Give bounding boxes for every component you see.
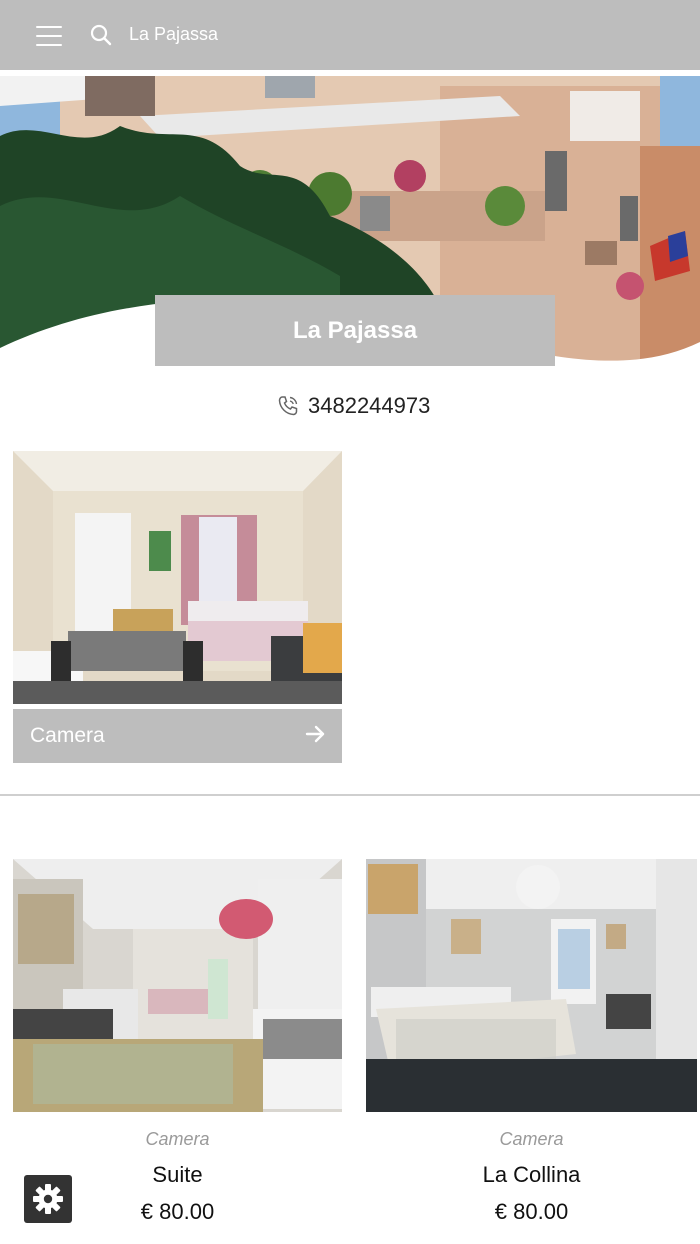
phone-icon	[278, 396, 298, 416]
hamburger-menu-icon[interactable]	[36, 26, 62, 46]
search-icon[interactable]	[90, 24, 112, 46]
property-title-banner: La Pajassa	[155, 295, 555, 366]
settings-button[interactable]	[24, 1175, 72, 1223]
top-navigation-bar: La Pajassa	[0, 0, 700, 70]
room-card-image-suite[interactable]	[13, 859, 342, 1112]
room-card-image-la-collina[interactable]	[366, 859, 697, 1112]
arrow-right-icon	[304, 723, 326, 751]
featured-room-button[interactable]: Camera	[13, 709, 342, 763]
featured-room-image[interactable]	[13, 451, 342, 704]
gear-icon	[33, 1184, 63, 1214]
phone-number: 3482244973	[308, 393, 431, 418]
room-card-price: € 80.00	[494, 1199, 569, 1224]
section-divider	[0, 794, 700, 796]
room-card-name[interactable]: La Collina	[367, 1162, 696, 1188]
room-card-category: Camera	[145, 1129, 210, 1149]
featured-room-label: Camera	[30, 724, 105, 747]
phone-link[interactable]: 3482244973	[276, 393, 430, 419]
top-bar-title: La Pajassa	[129, 24, 219, 44]
room-card-category: Camera	[499, 1129, 564, 1149]
